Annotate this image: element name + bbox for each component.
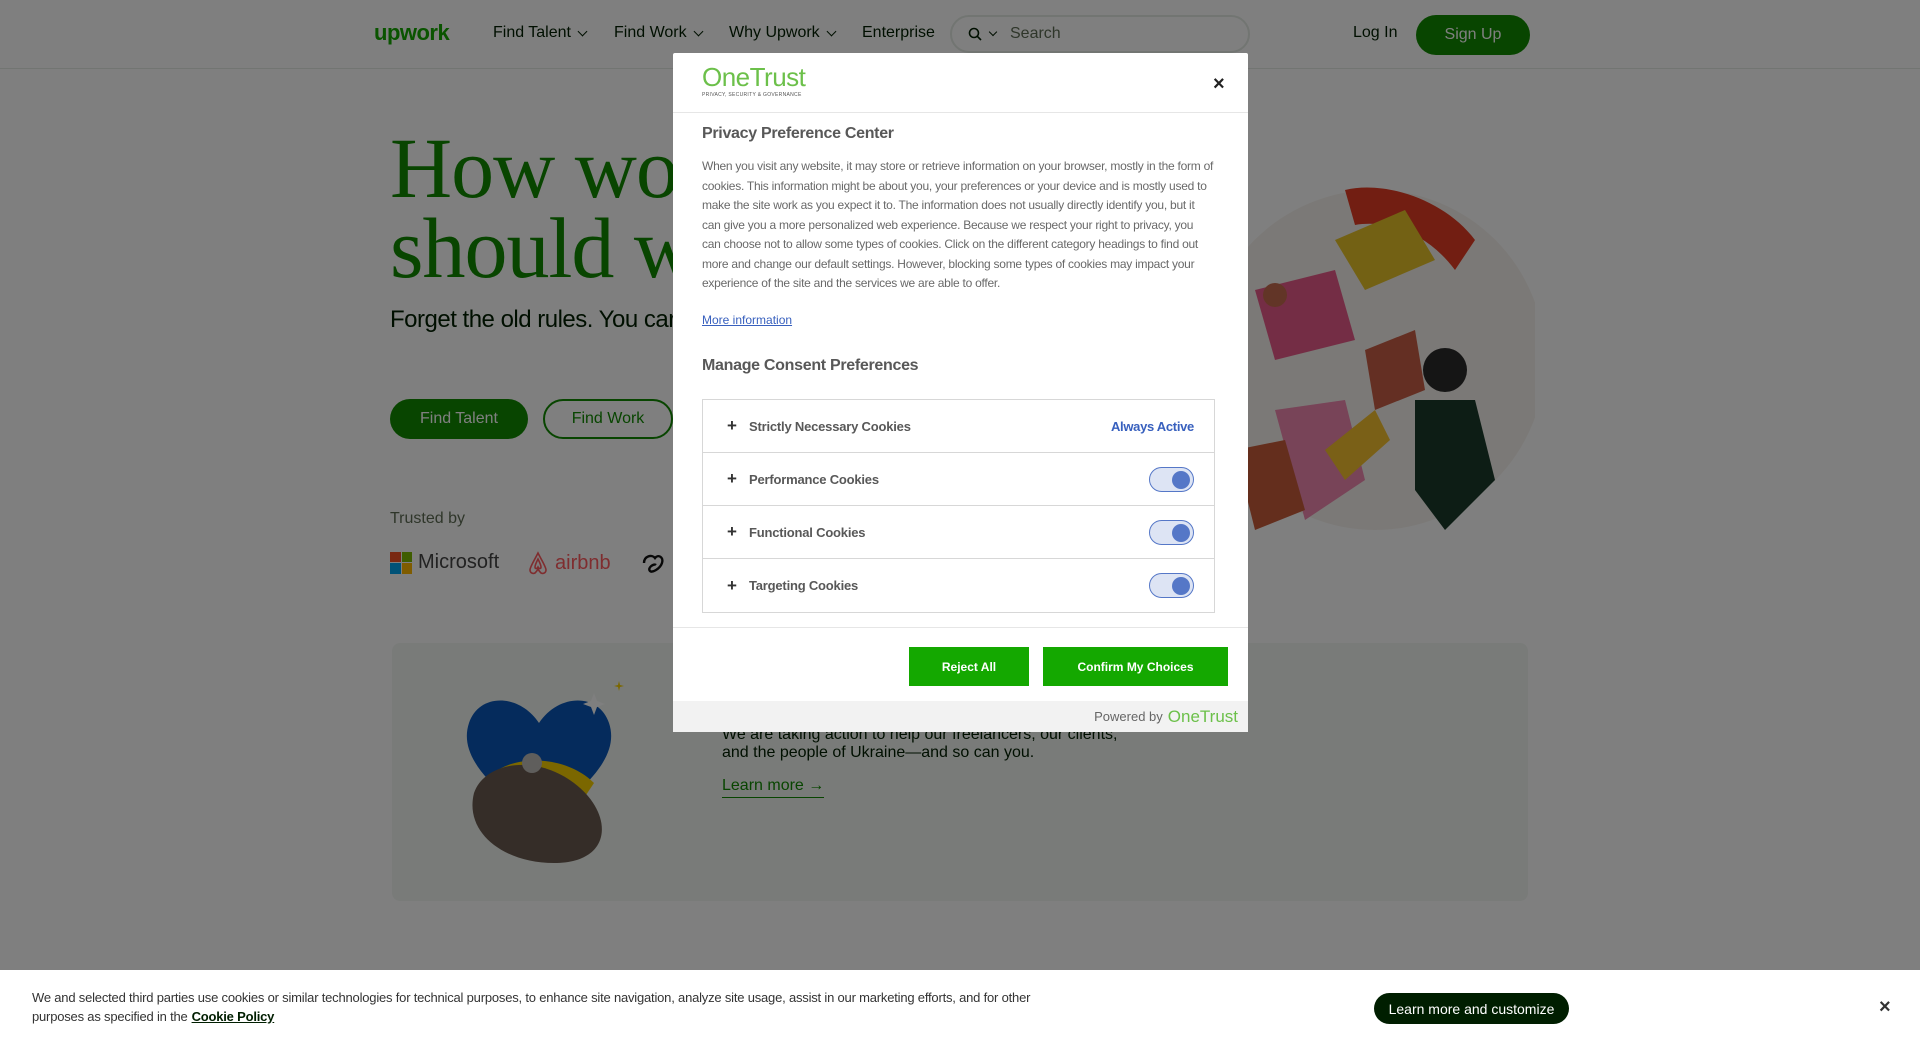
plus-icon: +	[727, 416, 737, 435]
functional-toggle[interactable]	[1149, 519, 1194, 545]
manage-consent-title: Manage Consent Preferences	[702, 357, 919, 374]
powered-by-label: Powered by	[1094, 709, 1163, 724]
modal-header: OneTrust PRIVACY, SECURITY & GOVERNANCE …	[673, 53, 1248, 113]
onetrust-footer-logo[interactable]: OneTrust	[1168, 707, 1238, 727]
category-label: Strictly Necessary Cookies	[749, 418, 911, 434]
cookie-banner: We and selected third parties use cookie…	[0, 970, 1920, 1050]
modal-footer-divider	[673, 627, 1248, 628]
always-active-label: Always Active	[1110, 418, 1194, 434]
category-functional[interactable]: + Functional Cookies	[703, 506, 1214, 559]
category-label: Targeting Cookies	[749, 578, 859, 593]
category-targeting[interactable]: + Targeting Cookies	[703, 559, 1214, 612]
plus-icon: +	[727, 522, 737, 541]
consent-accordion: + Strictly Necessary Cookies Always Acti…	[702, 399, 1215, 613]
category-strictly-necessary[interactable]: + Strictly Necessary Cookies Always Acti…	[703, 400, 1214, 453]
performance-toggle[interactable]	[1149, 466, 1194, 492]
privacy-preference-center: OneTrust PRIVACY, SECURITY & GOVERNANCE …	[673, 53, 1248, 732]
modal-title: Privacy Preference Center	[702, 125, 894, 142]
category-label: Performance Cookies	[749, 471, 879, 487]
cookie-policy-link[interactable]: Cookie Policy	[192, 1009, 275, 1024]
targeting-toggle[interactable]	[1149, 573, 1194, 598]
modal-description: When you visit any website, it may store…	[702, 159, 1214, 290]
onetrust-tagline: PRIVACY, SECURITY & GOVERNANCE	[702, 92, 802, 98]
confirm-choices-button[interactable]: Confirm My Choices	[1043, 647, 1228, 686]
category-performance[interactable]: + Performance Cookies	[703, 453, 1214, 506]
reject-all-button[interactable]: Reject All	[909, 647, 1029, 686]
powered-by-footer: Powered by OneTrust	[673, 701, 1248, 732]
category-label: Functional Cookies	[749, 524, 866, 540]
cookie-banner-message: We and selected third parties use cookie…	[32, 990, 1031, 1024]
plus-icon: +	[727, 469, 737, 488]
more-information-link[interactable]: More information	[702, 313, 792, 327]
learn-more-customize-button[interactable]: Learn more and customize	[1374, 993, 1569, 1024]
close-icon[interactable]: ×	[1213, 73, 1225, 96]
onetrust-logo: OneTrust PRIVACY, SECURITY & GOVERNANCE	[702, 62, 806, 98]
cookie-banner-text: We and selected third parties use cookie…	[32, 988, 1032, 1026]
plus-icon: +	[727, 575, 737, 595]
onetrust-logo-text: OneTrust	[702, 62, 806, 92]
close-icon[interactable]: ×	[1879, 996, 1891, 1019]
